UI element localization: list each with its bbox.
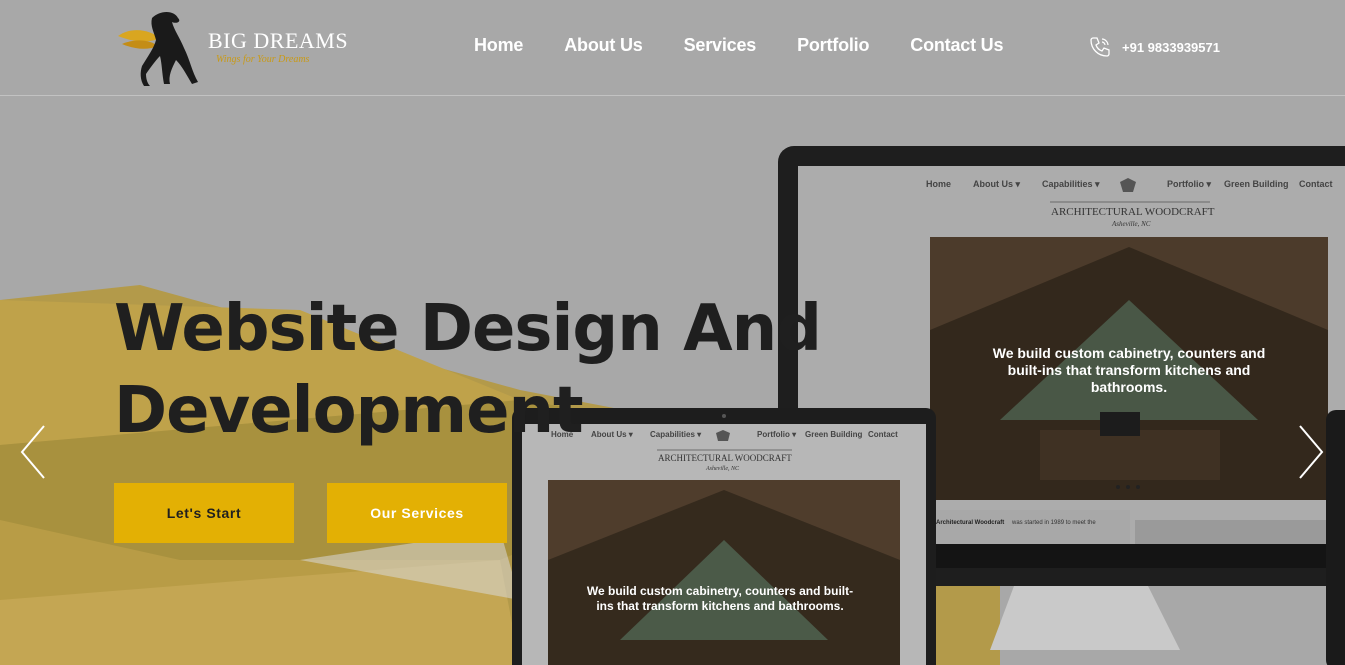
mock-nav-item: Home xyxy=(926,179,951,189)
mock-caption: We build custom cabinetry, counters and … xyxy=(587,584,853,598)
phone-icon xyxy=(1090,37,1110,57)
nav-item-services[interactable]: Services xyxy=(680,35,760,56)
main-nav: Home About Us Services Portfolio Contact… xyxy=(470,35,1007,56)
our-services-button[interactable]: Our Services xyxy=(327,483,507,543)
mock-nav-item: Contact xyxy=(1299,179,1333,189)
chevron-right-icon[interactable] xyxy=(1296,424,1326,480)
chevron-left-icon[interactable] xyxy=(18,424,48,480)
mock-brand: ARCHITECTURAL WOODCRAFT xyxy=(658,453,792,463)
nav-item-about-us[interactable]: About Us xyxy=(560,35,646,56)
mock-location: Asheville, NC xyxy=(705,466,740,472)
brand-tagline: Wings for Your Dreams xyxy=(216,54,310,65)
nav-item-home[interactable]: Home xyxy=(470,35,527,56)
nav-item-portfolio[interactable]: Portfolio xyxy=(793,35,873,56)
mock-caption: built-ins that transform kitchens and xyxy=(1008,362,1251,378)
phone-contact[interactable]: +91 9833939571 xyxy=(1088,36,1220,58)
hero-title-line: Website Design And xyxy=(114,292,822,366)
horse-logo-icon xyxy=(118,12,198,86)
phone-device xyxy=(1326,410,1345,665)
mock-nav-item: Green Building xyxy=(1224,179,1289,189)
mock-nav-item: Contact xyxy=(868,430,898,439)
mock-caption: We build custom cabinetry, counters and xyxy=(993,345,1266,361)
lets-start-button[interactable]: Let's Start xyxy=(114,483,294,543)
mock-location: Asheville, NC xyxy=(1111,220,1151,228)
brand-logo[interactable]: BIG DREAMS Wings for Your Dreams xyxy=(112,8,362,88)
mock-brand: ARCHITECTURAL WOODCRAFT xyxy=(1051,206,1215,218)
nav-item-contact-us[interactable]: Contact Us xyxy=(906,35,1007,56)
phone-number: +91 9833939571 xyxy=(1122,39,1220,55)
mock-body-text: was started in 1989 to meet the xyxy=(1011,520,1096,526)
site-header: BIG DREAMS Wings for Your Dreams Home Ab… xyxy=(0,0,1345,96)
mock-body-lead: Architectural Woodcraft xyxy=(936,520,1004,526)
brand-name: BIG DREAMS xyxy=(208,28,349,53)
mock-caption: ins that transform kitchens and bathroom… xyxy=(596,599,843,613)
mock-nav-item: Portfolio ▾ xyxy=(1167,179,1211,189)
mock-nav-item: About Us ▾ xyxy=(973,179,1020,189)
mock-caption: bathrooms. xyxy=(1091,379,1167,395)
hero-title-line: Development xyxy=(114,374,584,448)
mock-nav-item: Capabilities ▾ xyxy=(1042,179,1100,189)
hero-title: Website Design And Development xyxy=(114,288,822,452)
